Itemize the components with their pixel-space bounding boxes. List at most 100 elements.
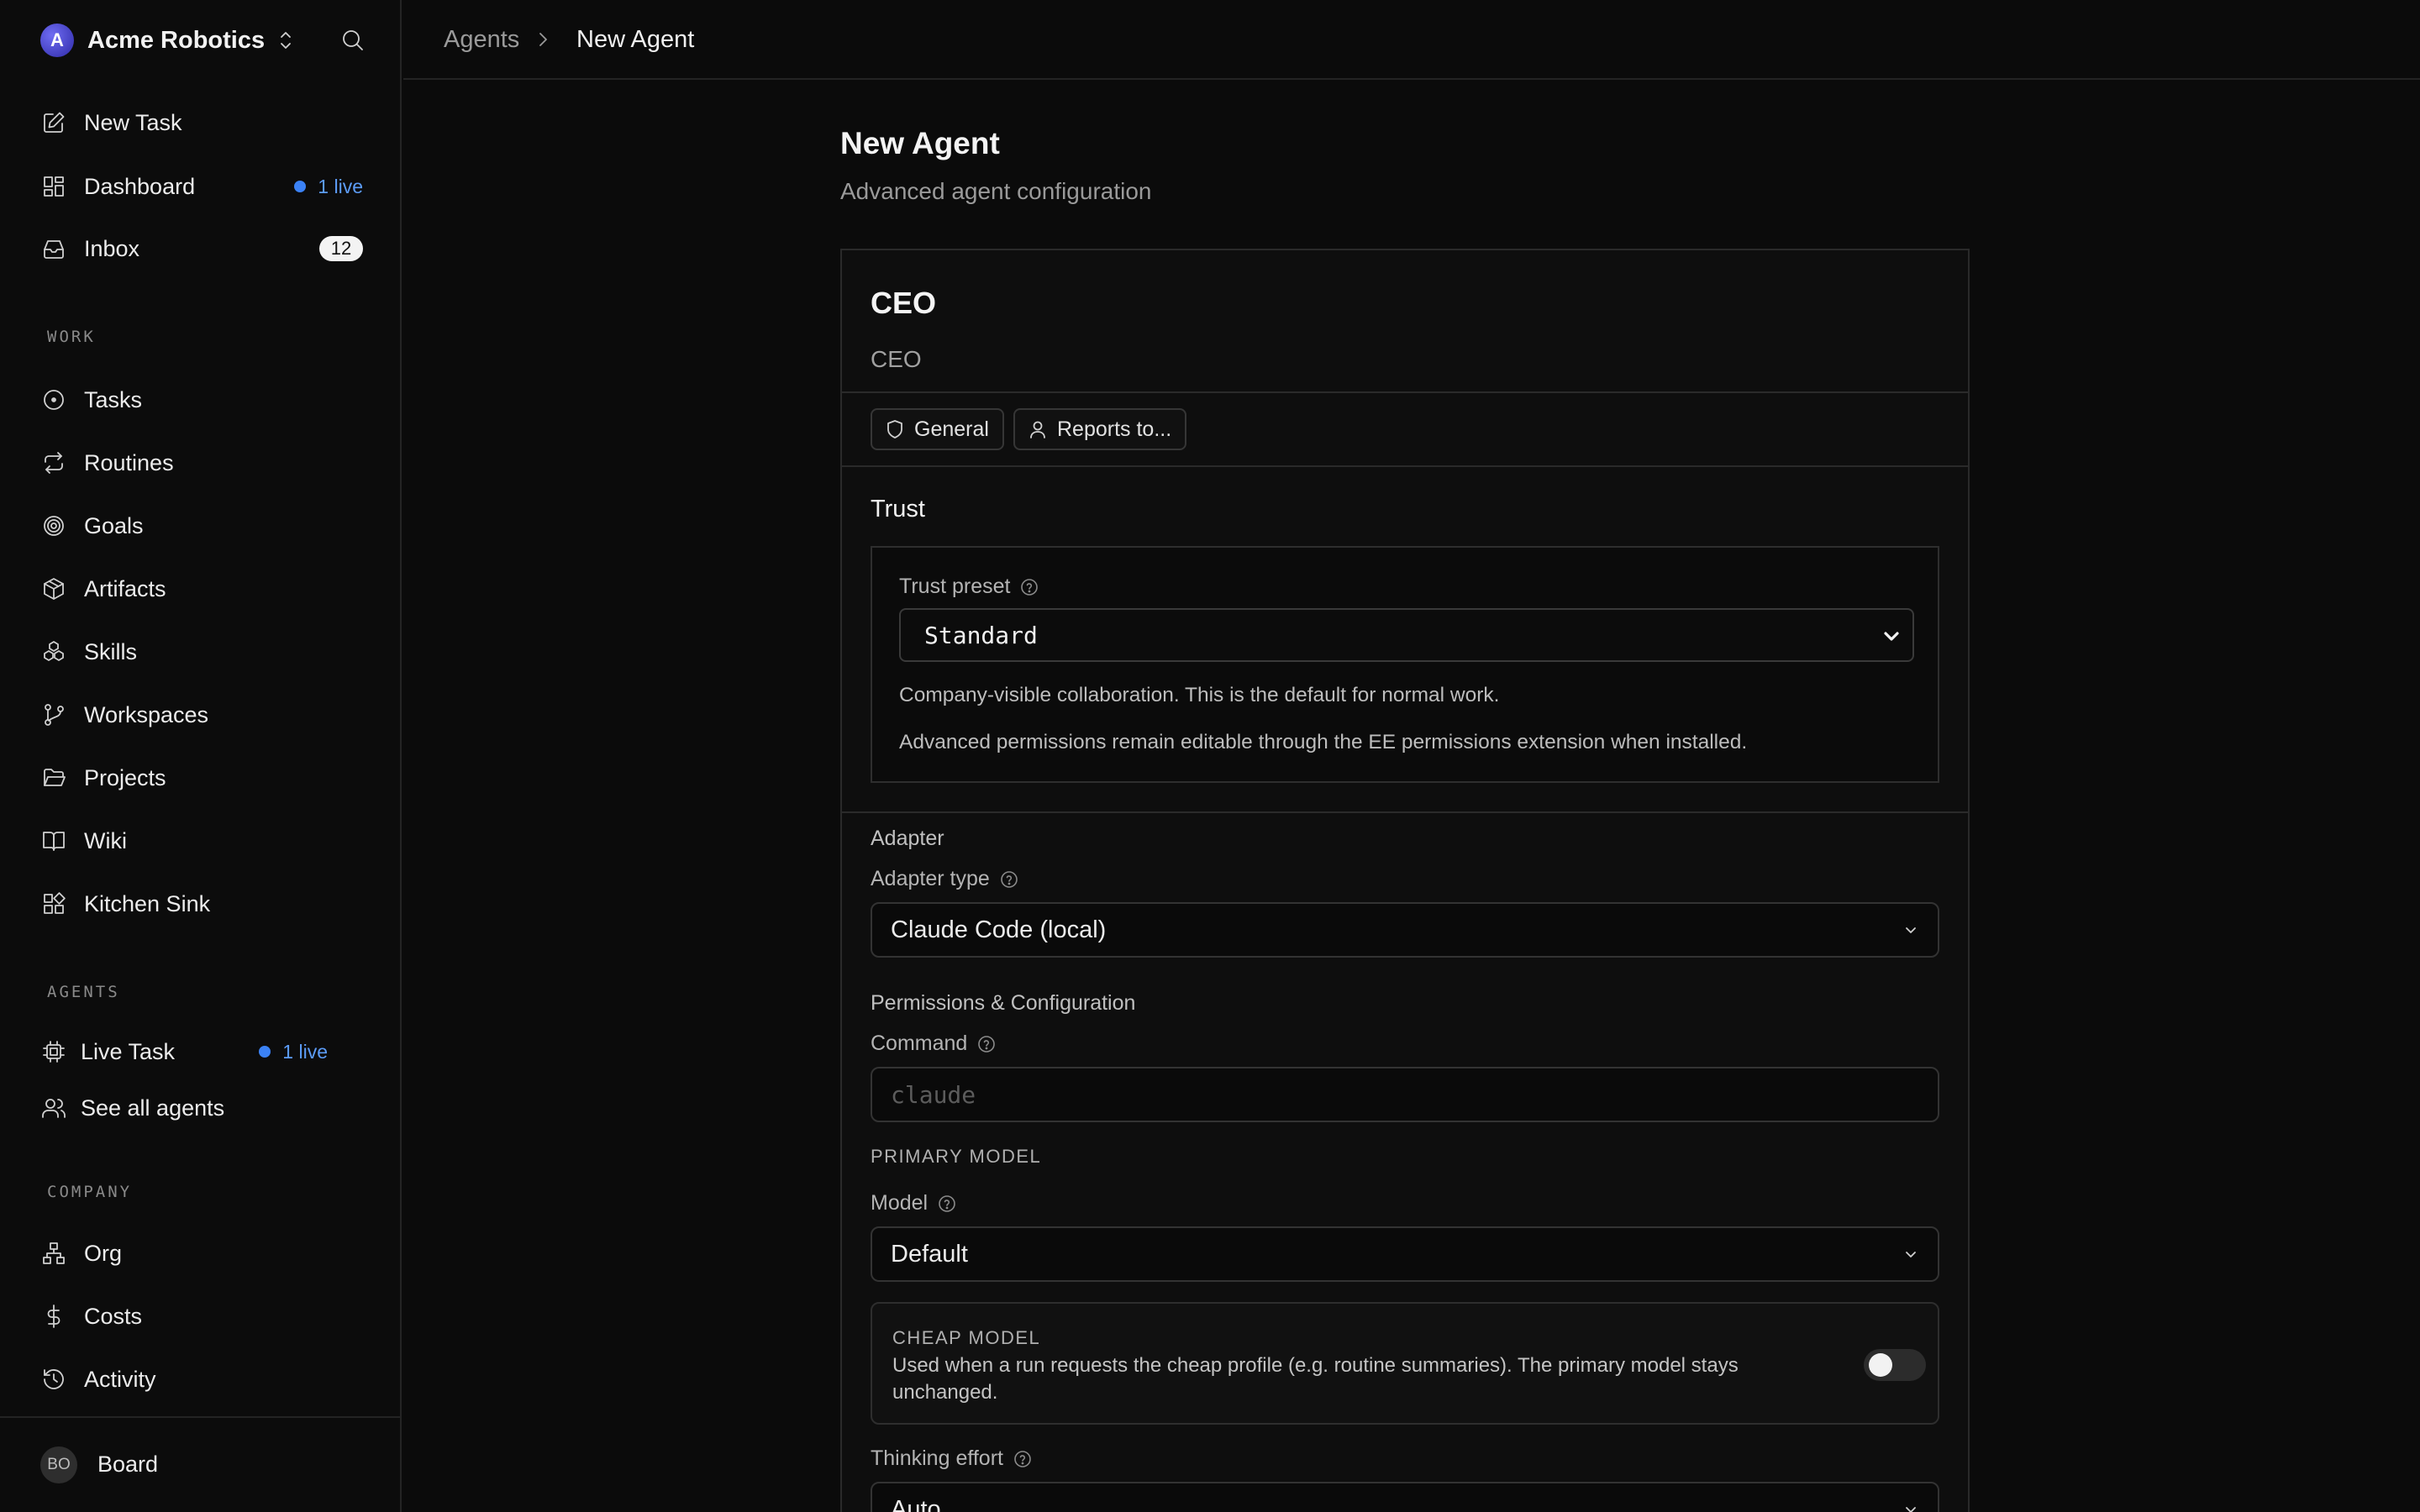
sidebar-item-projects[interactable]: Projects <box>40 758 363 798</box>
repeat-icon <box>40 449 67 476</box>
inbox-icon <box>40 235 67 262</box>
sidebar-item-label: Inbox <box>84 235 140 261</box>
cheap-model-title: CHEAP MODEL <box>892 1327 1041 1348</box>
help-circle-icon[interactable] <box>1013 1450 1032 1468</box>
thinking-effort-dropdown[interactable]: Auto <box>871 1482 1939 1512</box>
command-input[interactable]: claude <box>871 1067 1939 1122</box>
sidebar-item-live-task[interactable]: Live Task 1 live <box>40 1032 328 1072</box>
cheap-model-description: Used when a run requests the cheap profi… <box>892 1354 1739 1404</box>
sidebar-item-label: Org <box>84 1240 123 1266</box>
adapter-type-label-text: Adapter type <box>871 867 990 890</box>
adapter-heading: Adapter <box>871 827 944 850</box>
sidebar-item-workspaces[interactable]: Workspaces <box>40 695 363 735</box>
trust-preset-label: Trust preset <box>899 575 1039 599</box>
live-badge: 1 live <box>259 1041 328 1063</box>
live-dot <box>294 181 307 192</box>
model-label: Model <box>871 1191 956 1215</box>
section-label-work: WORK <box>47 328 96 346</box>
chevron-down-icon <box>1882 628 1901 645</box>
sidebar-item-goals[interactable]: Goals <box>40 506 363 546</box>
sidebar-item-inbox[interactable]: Inbox 12 <box>40 228 363 269</box>
live-badge-label: 1 live <box>282 1040 328 1063</box>
book-open-icon <box>40 827 67 854</box>
sidebar-item-label: New Task <box>84 109 182 135</box>
sidebar-item-label: Projects <box>84 764 166 790</box>
model-dropdown[interactable]: Default <box>871 1226 1939 1282</box>
sidebar-item-skills[interactable]: Skills <box>40 632 363 672</box>
sidebar-item-label: Wiki <box>84 827 127 853</box>
trust-preset-description: Company-visible collaboration. This is t… <box>899 684 1500 706</box>
thinking-effort-value: Auto <box>891 1495 941 1512</box>
agent-name-field[interactable]: CEO <box>871 286 936 321</box>
section-label-agents: AGENTS <box>47 983 120 1001</box>
adapter-type-value: Claude Code (local) <box>891 916 1107 943</box>
cheap-model-panel: CHEAP MODEL Used when a run requests the… <box>871 1302 1939 1425</box>
avatar: BO <box>40 1446 77 1483</box>
sidebar-item-label: See all agents <box>81 1095 225 1121</box>
search-icon[interactable] <box>339 27 366 54</box>
user-name: Board <box>97 1452 159 1477</box>
sidebar-item-new-task[interactable]: New Task <box>40 102 363 143</box>
sidebar-item-label: Live Task <box>81 1038 176 1064</box>
chevron-right-icon <box>534 29 551 50</box>
live-badge-label: 1 live <box>318 175 363 197</box>
command-label-text: Command <box>871 1032 968 1055</box>
sidebar-item-label: Tasks <box>84 386 143 412</box>
company-switcher[interactable]: A Acme Robotics <box>40 24 295 57</box>
trust-preset-value: Standard <box>924 621 1038 649</box>
agent-config-card: CEO CEO General Reports to... Trust Trus… <box>840 249 1970 1512</box>
help-circle-icon[interactable] <box>1020 578 1039 596</box>
trust-panel: Trust preset Standard Company-visible co… <box>871 546 1939 783</box>
sidebar-item-wiki[interactable]: Wiki <box>40 821 363 861</box>
live-badge: 1 live <box>294 176 363 198</box>
sidebar-item-routines[interactable]: Routines <box>40 443 363 483</box>
sidebar-item-activity[interactable]: Activity <box>40 1359 363 1399</box>
sidebar-item-tasks[interactable]: Tasks <box>40 380 363 420</box>
adapter-type-label: Adapter type <box>871 867 1018 891</box>
cheap-model-toggle[interactable] <box>1864 1349 1926 1381</box>
thinking-effort-label-text: Thinking effort <box>871 1446 1003 1470</box>
category-chip[interactable]: General <box>871 408 1004 450</box>
sidebar-item-kitchen-sink[interactable]: Kitchen Sink <box>40 884 363 924</box>
trust-preset-label-text: Trust preset <box>899 575 1011 598</box>
folder-open-icon <box>40 764 67 791</box>
network-icon <box>40 1240 67 1267</box>
breadcrumb-agents-link[interactable]: Agents <box>444 26 519 54</box>
sidebar-item-label: Skills <box>84 638 138 664</box>
sidebar-item-label: Kitchen Sink <box>84 890 211 916</box>
agent-role-field[interactable]: CEO <box>871 346 922 373</box>
edit-icon <box>40 109 67 136</box>
help-circle-icon[interactable] <box>977 1035 996 1053</box>
adapter-type-dropdown[interactable]: Claude Code (local) <box>871 902 1939 958</box>
help-circle-icon[interactable] <box>1000 870 1018 889</box>
sidebar-item-org[interactable]: Org <box>40 1233 363 1273</box>
trust-permissions-note: Advanced permissions remain editable thr… <box>899 731 1748 753</box>
divider <box>842 465 1968 467</box>
help-circle-icon[interactable] <box>938 1194 956 1213</box>
trust-heading: Trust <box>871 496 925 522</box>
category-chip-label: General <box>914 417 989 441</box>
section-label-company: COMPANY <box>47 1183 133 1201</box>
sidebar-item-see-all-agents[interactable]: See all agents <box>40 1088 363 1128</box>
thinking-effort-label: Thinking effort <box>871 1446 1032 1471</box>
inbox-count-badge: 12 <box>319 236 363 261</box>
sidebar-item-costs[interactable]: Costs <box>40 1296 363 1336</box>
trust-preset-select[interactable]: Standard <box>899 608 1914 662</box>
sidebar-item-artifacts[interactable]: Artifacts <box>40 569 363 609</box>
chevron-down-icon <box>1902 1504 1919 1512</box>
command-label: Command <box>871 1032 996 1056</box>
chevron-up-down-icon <box>276 29 295 51</box>
breadcrumb-current: New Agent <box>576 26 695 53</box>
sidebar-item-label: Dashboard <box>84 173 196 199</box>
permissions-heading: Permissions & Configuration <box>871 991 1136 1015</box>
reports-to-chip[interactable]: Reports to... <box>1013 408 1187 450</box>
package-icon <box>40 575 67 602</box>
chevron-down-icon <box>1902 924 1919 937</box>
shield-icon <box>886 419 904 439</box>
users-icon <box>40 1095 67 1121</box>
sidebar-item-label: Activity <box>84 1366 156 1392</box>
sidebar-item-dashboard[interactable]: Dashboard 1 live <box>40 166 363 207</box>
user-menu[interactable]: BO Board <box>0 1416 400 1512</box>
chevron-down-icon <box>1902 1248 1919 1262</box>
breadcrumb: Agents New Agent <box>403 0 2420 80</box>
